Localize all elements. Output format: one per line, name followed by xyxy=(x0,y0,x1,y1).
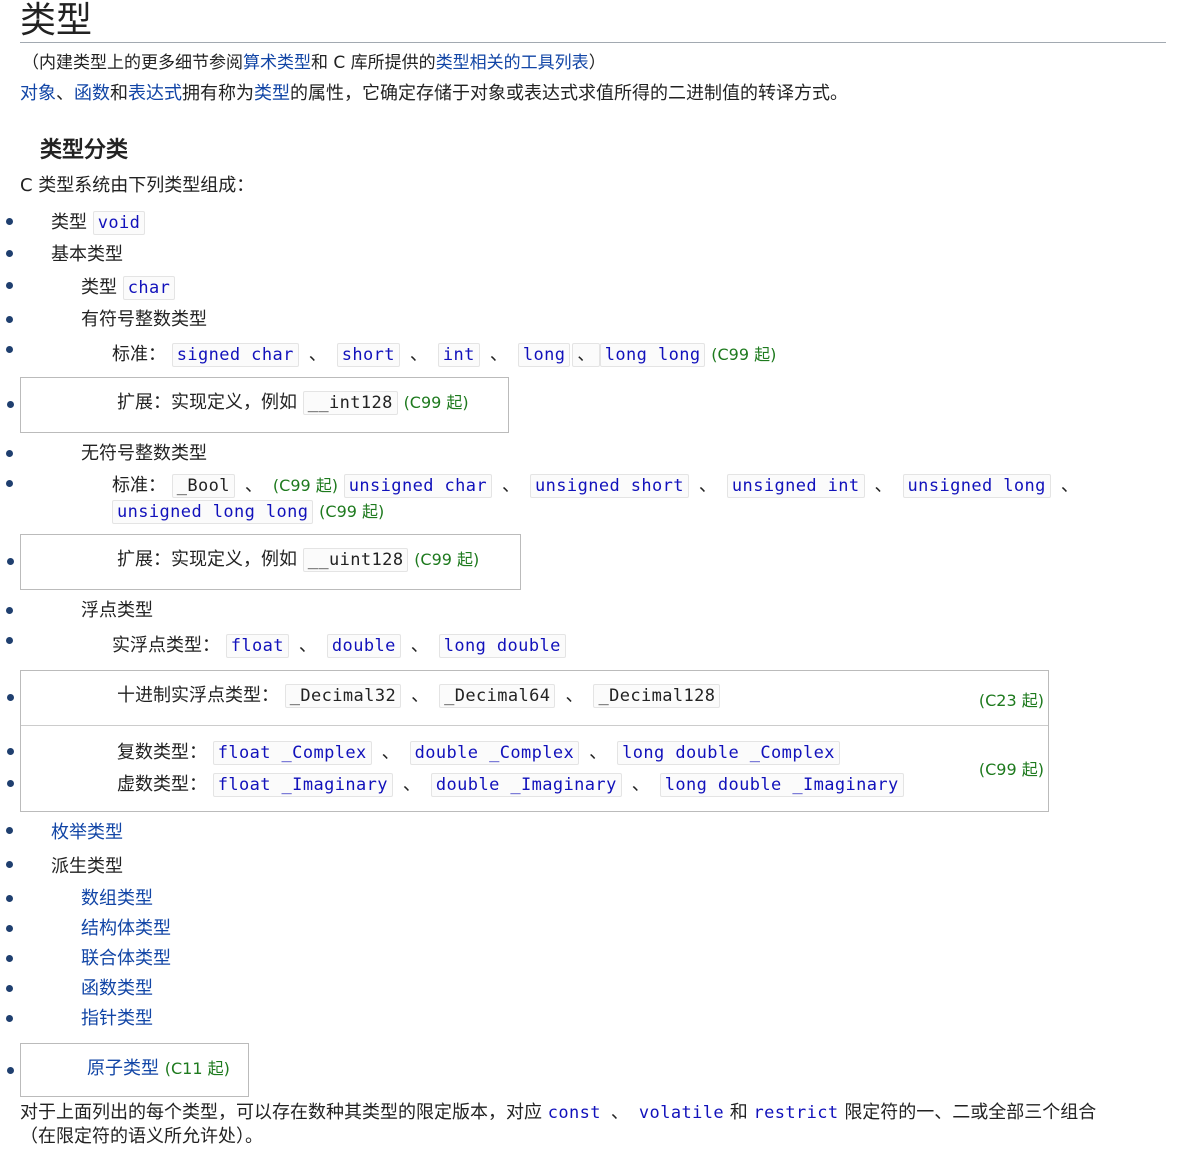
version-c99: (C99 起) xyxy=(319,502,385,521)
version-c99: (C99 起) xyxy=(272,476,339,495)
code-unsigned-long: unsigned long xyxy=(902,474,1051,498)
list-item-function: 函数类型 xyxy=(6,974,1166,1004)
list-item-unsigned-extended: 扩展：实现定义，例如 __uint128 (C99 起) xyxy=(7,547,520,573)
code-bool: _Bool xyxy=(171,474,235,498)
rev-box-floating: 十进制实浮点类型： _Decimal32、 _Decimal64、 _Decimal… xyxy=(7,670,1049,812)
version-c99: (C99 起) xyxy=(978,760,1044,779)
list-item-basic: 基本类型 xyxy=(6,239,1166,271)
atomic-types-link[interactable]: 原子类型 xyxy=(87,1058,159,1079)
sep-chip: 、 xyxy=(572,343,600,367)
list-item-unsigned-standard: 标准： _Bool、 (C99 起) unsigned char、 unsigned… xyxy=(6,469,1166,525)
code-unsigned-int: unsigned int xyxy=(726,474,865,498)
code-unsigned-long-long: unsigned long long xyxy=(112,500,314,524)
code-double-imaginary: double _Imaginary xyxy=(430,773,622,797)
char-code: char xyxy=(122,276,176,300)
union-types-link[interactable]: 联合体类型 xyxy=(81,948,171,969)
list-item-derived: 派生类型 xyxy=(6,850,1166,884)
list-item-atomic: 原子类型 (C11 起) xyxy=(7,1056,248,1082)
code-double-complex: double _Complex xyxy=(409,741,580,765)
code-double: double xyxy=(326,634,401,658)
code-long-long: long long xyxy=(599,343,706,367)
rev-box-atomic: 原子类型 (C11 起) xyxy=(7,1043,249,1097)
code-uint128: __uint128 xyxy=(302,548,409,572)
list-item-unsigned: 无符号整数类型 xyxy=(6,439,1166,469)
rev-box-uint128: 扩展：实现定义，例如 __uint128 (C99 起) xyxy=(7,534,521,590)
list-item-void: 类型 void xyxy=(6,207,1166,239)
list-item-array: 数组类型 xyxy=(6,884,1166,914)
list-item-enum: 枚举类型 xyxy=(6,816,1166,850)
code-int: int xyxy=(437,343,480,367)
complex-row: 复数类型： float _Complex、 double _Complex、 lon… xyxy=(7,725,1048,811)
function-link[interactable]: 函数 xyxy=(74,83,110,104)
list-item-decimal: 十进制实浮点类型： _Decimal32、 _Decimal64、 _Decimal… xyxy=(7,683,1048,709)
code-unsigned-short: unsigned short xyxy=(530,474,689,498)
page-title: 类型 xyxy=(20,0,1166,43)
enum-types-link[interactable]: 枚举类型 xyxy=(51,822,123,843)
code-decimal128: _Decimal128 xyxy=(593,684,721,708)
list-item-floating: 浮点类型 xyxy=(6,596,1166,626)
list-item-real-floating: 实浮点类型： float、 double、 long double xyxy=(6,626,1166,666)
version-c23: (C23 起) xyxy=(978,691,1044,710)
pointer-types-link[interactable]: 指针类型 xyxy=(81,1008,153,1029)
object-link[interactable]: 对象 xyxy=(20,83,56,104)
expression-link[interactable]: 表达式 xyxy=(128,83,182,104)
volatile-keyword: volatile xyxy=(638,1103,725,1123)
list-item-signed-extended: 扩展：实现定义，例如 __int128 (C99 起) xyxy=(7,390,508,416)
list-item-signed-standard: 标准： signed char、 short、 int、 long、 long long… xyxy=(6,335,1166,375)
code-float-complex: float _Complex xyxy=(212,741,372,765)
list-item-pointer: 指针类型 xyxy=(6,1004,1166,1034)
code-signed-char: signed char xyxy=(171,343,299,367)
version-c11: (C11 起) xyxy=(164,1059,230,1078)
decimal-row: 十进制实浮点类型： _Decimal32、 _Decimal64、 _Decimal… xyxy=(7,671,1048,725)
code-unsigned-char: unsigned char xyxy=(343,474,493,498)
list-item-imaginary: 虚数类型： float _Imaginary、 double _Imaginary… xyxy=(7,769,1048,801)
void-code: void xyxy=(92,211,146,235)
see-also-note: （内建类型上的更多细节参阅算术类型和 C 库所提供的类型相关的工具列表） xyxy=(22,53,606,73)
function-types-link[interactable]: 函数类型 xyxy=(81,978,153,999)
code-long-double: long double xyxy=(438,634,566,658)
version-c99: (C99 起) xyxy=(414,550,480,569)
struct-types-link[interactable]: 结构体类型 xyxy=(81,918,171,939)
list-item-complex: 复数类型： float _Complex、 double _Complex、 lon… xyxy=(7,737,1048,769)
section-lead: C 类型系统由下列类型组成： xyxy=(20,175,255,196)
code-float: float xyxy=(225,634,289,658)
code-float-imaginary: float _Imaginary xyxy=(212,773,393,797)
version-c99: (C99 起) xyxy=(711,345,777,364)
intro-paragraph: 对象、函数和表达式拥有称为类型的属性，它确定存储于对象或表达式求值所得的二进制值… xyxy=(20,83,848,104)
version-c99: (C99 起) xyxy=(403,393,469,412)
code-long-double-complex: long double _Complex xyxy=(617,741,840,765)
footer-paragraph: 对于上面列出的每个类型，可以存在数种其类型的限定版本，对应 const、 vola… xyxy=(20,1102,1097,1147)
type-support-library-link[interactable]: 类型相关的工具列表 xyxy=(436,53,589,73)
list-item-signed: 有符号整数类型 xyxy=(6,305,1166,335)
code-long: long xyxy=(517,343,571,367)
code-decimal64: _Decimal64 xyxy=(439,684,556,708)
code-short: short xyxy=(336,343,400,367)
list-item-struct: 结构体类型 xyxy=(6,914,1166,944)
const-keyword: const xyxy=(547,1103,601,1123)
list-item-union: 联合体类型 xyxy=(6,944,1166,974)
code-decimal32: _Decimal32 xyxy=(284,684,402,708)
section-heading: 类型分类 xyxy=(40,138,129,163)
code-int128: __int128 xyxy=(302,391,398,415)
type-list: 类型 void 基本类型 类型 char 有符号整数类型 标准： signed … xyxy=(6,207,1166,375)
code-long-double-imaginary: long double _Imaginary xyxy=(659,773,904,797)
restrict-keyword: restrict xyxy=(753,1103,839,1123)
type-link[interactable]: 类型 xyxy=(254,83,290,104)
page-content: 类型 （内建类型上的更多细节参阅算术类型和 C 库所提供的类型相关的工具列表） … xyxy=(6,0,1166,1149)
rev-box-int128: 扩展：实现定义，例如 __int128 (C99 起) xyxy=(7,377,509,433)
list-item-char: 类型 char xyxy=(6,271,1166,305)
array-types-link[interactable]: 数组类型 xyxy=(81,888,153,909)
arithmetic-types-link[interactable]: 算术类型 xyxy=(243,53,311,73)
